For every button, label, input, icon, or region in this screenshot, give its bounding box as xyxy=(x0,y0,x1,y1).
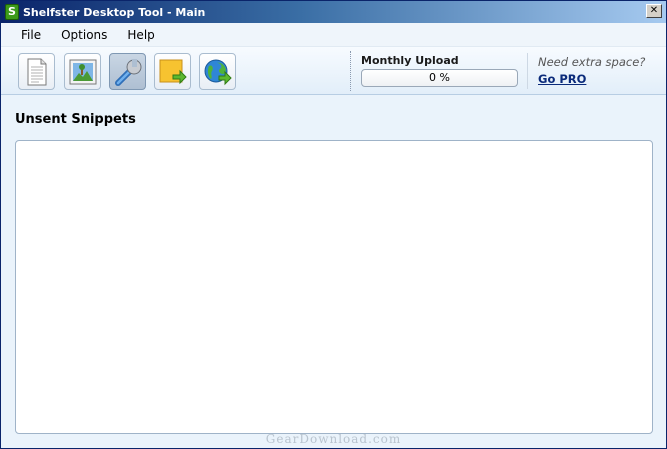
send-note-icon xyxy=(158,58,188,86)
new-snippet-button[interactable] xyxy=(18,53,55,90)
upload-progress-bar: 0 % xyxy=(361,69,518,87)
window-title: Shelfster Desktop Tool - Main xyxy=(23,5,206,19)
extra-space-label: Need extra space? xyxy=(538,55,646,69)
settings-button[interactable] xyxy=(109,53,146,90)
monthly-upload-label: Monthly Upload xyxy=(361,54,459,67)
watermark: GearDownload.com xyxy=(265,432,402,446)
toolbar: Monthly Upload 0 % Need extra space? Go … xyxy=(1,47,666,95)
document-icon xyxy=(25,58,49,86)
menu-help[interactable]: Help xyxy=(127,28,154,42)
go-pro-link[interactable]: Go PRO xyxy=(538,72,586,86)
menu-bar: File Options Help xyxy=(1,23,666,47)
globe-send-icon xyxy=(203,58,233,86)
shelfster-app-icon: S xyxy=(5,4,19,20)
publish-web-button[interactable] xyxy=(199,53,236,90)
main-window: S Shelfster Desktop Tool - Main ✕ File O… xyxy=(0,0,667,449)
close-button[interactable]: ✕ xyxy=(646,4,662,18)
toolbar-divider xyxy=(527,53,528,89)
wrench-icon xyxy=(113,57,143,87)
menu-options[interactable]: Options xyxy=(61,28,107,42)
section-title: Unsent Snippets xyxy=(15,112,136,127)
toolbar-separator xyxy=(350,51,351,91)
title-bar[interactable]: S Shelfster Desktop Tool - Main ✕ xyxy=(1,1,666,23)
upload-progress-text: 0 % xyxy=(429,71,450,84)
menu-file[interactable]: File xyxy=(21,28,41,42)
image-snippet-button[interactable] xyxy=(64,53,101,90)
send-note-button[interactable] xyxy=(154,53,191,90)
picture-icon xyxy=(69,59,97,85)
unsent-snippets-list[interactable] xyxy=(15,140,653,434)
